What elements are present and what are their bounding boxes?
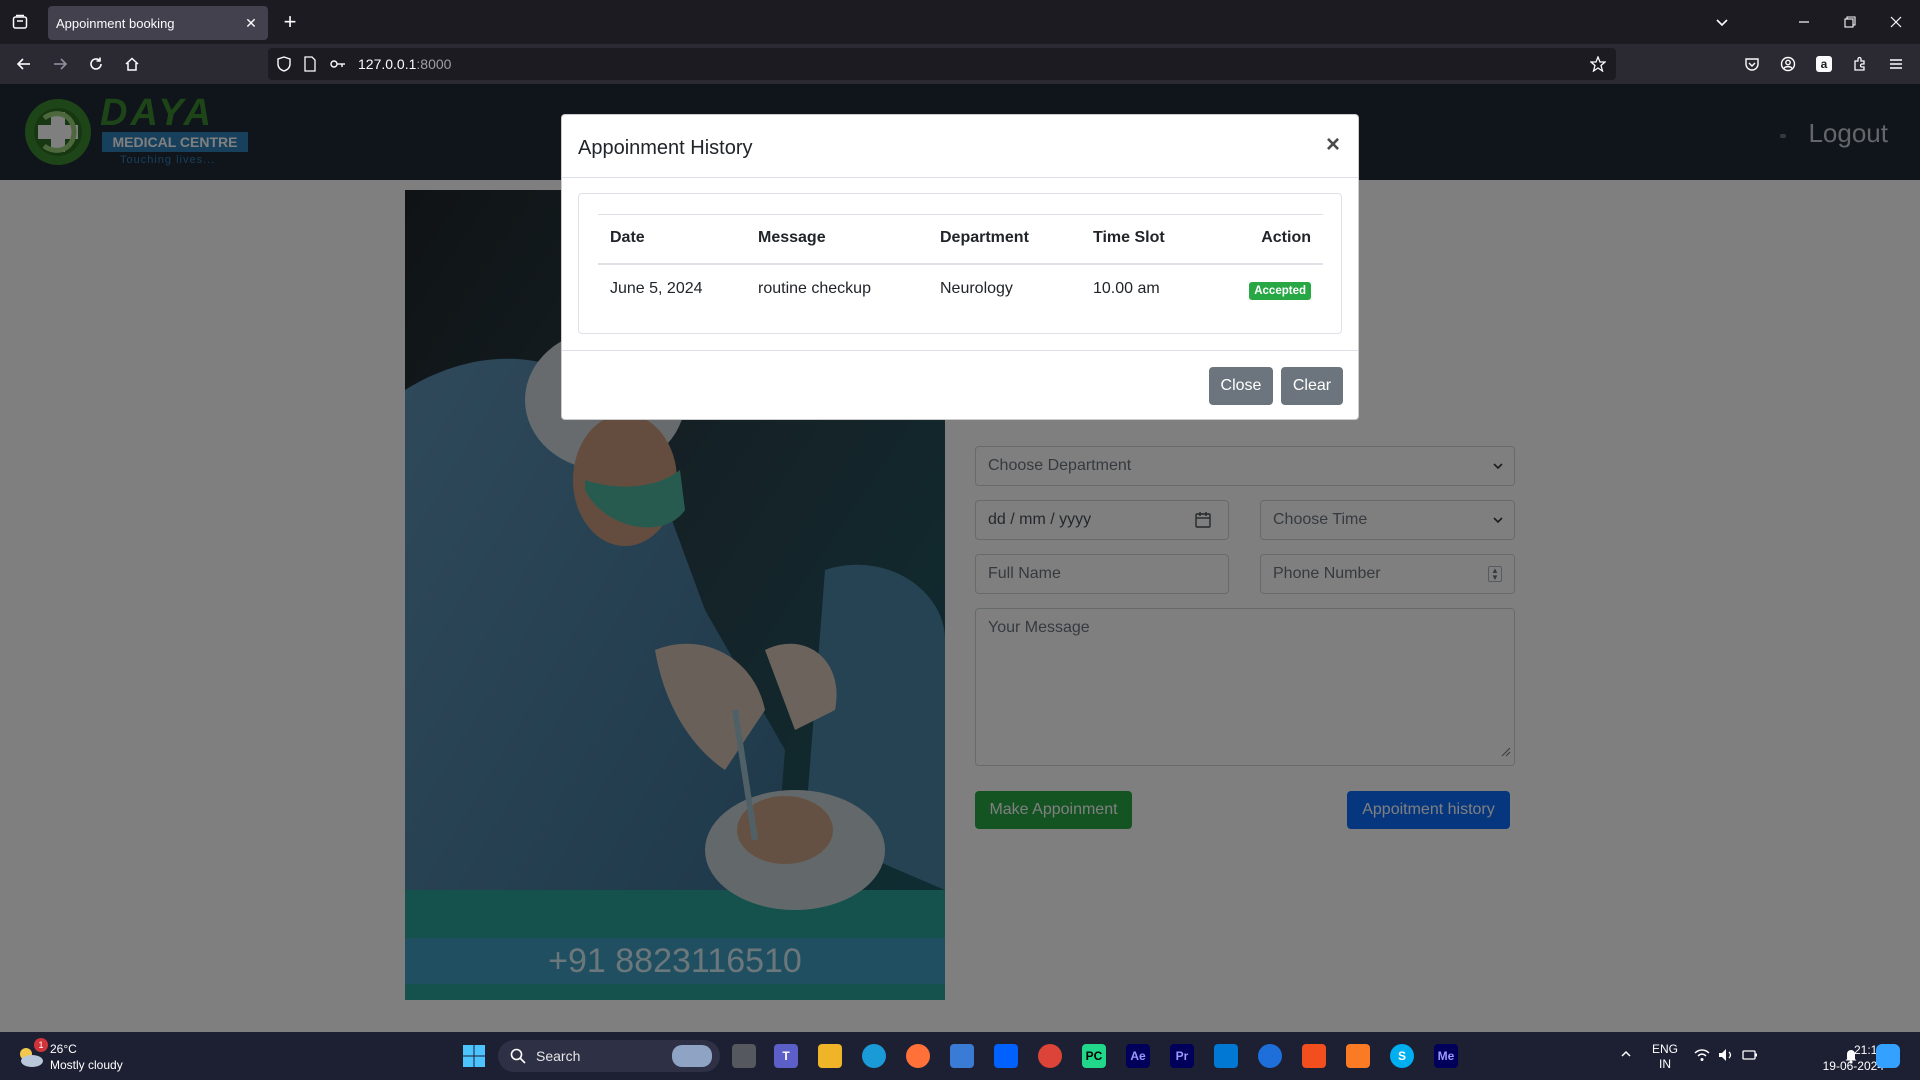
xampp-icon[interactable] [1346, 1044, 1370, 1068]
battery-icon[interactable] [1742, 1048, 1758, 1065]
bookmark-star-icon[interactable] [1590, 56, 1606, 72]
reload-icon[interactable] [84, 52, 108, 76]
cell-time-slot: 10.00 am [1093, 280, 1160, 297]
column-header-department: Department [940, 229, 1029, 246]
microsoft-store-icon[interactable] [950, 1044, 974, 1068]
window-close-icon[interactable] [1882, 8, 1910, 36]
page-icon [302, 56, 318, 72]
weather-temperature: 26°C [50, 1042, 77, 1056]
list-all-tabs-icon[interactable] [1708, 8, 1736, 36]
modal-header-divider [562, 177, 1358, 178]
search-highlight-icon [672, 1045, 712, 1067]
weather-alert-badge: 1 [34, 1038, 48, 1052]
column-header-action: Action [1261, 229, 1311, 246]
tab-close-icon[interactable]: ✕ [242, 14, 260, 32]
new-tab-icon[interactable]: + [278, 10, 302, 34]
minimize-icon[interactable] [1790, 8, 1818, 36]
cell-message: routine checkup [758, 280, 871, 297]
weather-widget[interactable]: 1 26°C Mostly cloudy [14, 1038, 134, 1074]
table-top-border [598, 214, 1323, 215]
taskbar-search[interactable]: Search [498, 1040, 720, 1072]
skype-icon[interactable]: S [1390, 1044, 1414, 1068]
column-header-message: Message [758, 229, 826, 246]
tab-title: Appoinment booking [56, 15, 175, 31]
cell-date: June 5, 2024 [610, 280, 703, 297]
browser-nav-bar: 127.0.0.1:8000 a [0, 44, 1920, 84]
key-icon[interactable] [330, 56, 346, 72]
search-icon [510, 1048, 526, 1069]
copilot-icon[interactable] [1876, 1044, 1900, 1068]
column-header-date: Date [610, 229, 645, 246]
browser-tab[interactable]: Appoinment booking ✕ [48, 6, 268, 40]
menu-icon[interactable] [1884, 52, 1908, 76]
history-card: Date Message Department Time Slot Action… [578, 193, 1342, 334]
dropbox-icon[interactable] [994, 1044, 1018, 1068]
modal-title: Appoinment History [578, 137, 753, 159]
language-code: ENG [1652, 1042, 1679, 1056]
url-bar[interactable]: 127.0.0.1:8000 [268, 48, 1616, 80]
home-icon[interactable] [120, 52, 144, 76]
volume-icon[interactable] [1718, 1048, 1734, 1065]
extensions-icon[interactable] [1848, 52, 1872, 76]
task-view-icon[interactable] [732, 1044, 756, 1068]
modal-close-icon[interactable]: × [1326, 131, 1340, 159]
web-page: DAYA MEDICAL CENTRE Touching lives... Lo… [0, 84, 1920, 1032]
file-explorer-icon[interactable] [818, 1044, 842, 1068]
appointment-history-modal: Appoinment History × Date Message Depart… [561, 114, 1359, 420]
forward-icon[interactable] [48, 52, 72, 76]
after-effects-icon[interactable]: Ae [1126, 1044, 1150, 1068]
search-label: Search [536, 1048, 581, 1064]
windows-taskbar: 1 26°C Mostly cloudy Search T PC Ae Pr S… [0, 1032, 1920, 1080]
media-encoder-icon[interactable]: Me [1434, 1044, 1458, 1068]
notification-bell-icon[interactable] [1844, 1048, 1858, 1067]
media-player-icon[interactable] [1258, 1044, 1282, 1068]
premiere-pro-icon[interactable]: Pr [1170, 1044, 1194, 1068]
url-text: 127.0.0.1:8000 [358, 56, 452, 72]
account-icon[interactable] [1776, 52, 1800, 76]
teams-icon[interactable]: T [774, 1044, 798, 1068]
weather-condition: Mostly cloudy [50, 1058, 123, 1072]
chrome-icon[interactable] [1038, 1044, 1062, 1068]
pycharm-icon[interactable]: PC [1082, 1044, 1106, 1068]
close-button[interactable]: Close [1209, 367, 1273, 405]
tab-list-icon[interactable] [8, 10, 32, 34]
clear-button[interactable]: Clear [1281, 367, 1343, 405]
region-code: IN [1659, 1057, 1671, 1071]
back-icon[interactable] [12, 52, 36, 76]
modal-footer-divider [562, 350, 1358, 351]
cell-department: Neurology [940, 280, 1013, 297]
restore-icon[interactable] [1836, 8, 1864, 36]
figma-icon[interactable] [1302, 1044, 1326, 1068]
firefox-icon[interactable] [906, 1044, 930, 1068]
shield-icon[interactable] [276, 56, 292, 72]
windows-start-icon[interactable] [462, 1044, 486, 1073]
vscode-icon[interactable] [1214, 1044, 1238, 1068]
edge-icon[interactable] [862, 1044, 886, 1068]
show-hidden-icons-icon[interactable] [1620, 1048, 1632, 1062]
pocket-icon[interactable] [1740, 52, 1764, 76]
amazon-extension-icon[interactable]: a [1812, 52, 1836, 76]
column-header-time-slot: Time Slot [1093, 229, 1165, 246]
wifi-icon[interactable] [1694, 1048, 1710, 1065]
status-badge: Accepted [1249, 282, 1311, 300]
browser-tab-bar: Appoinment booking ✕ + [0, 0, 1920, 44]
language-indicator[interactable]: ENG IN [1652, 1042, 1678, 1072]
table-header-divider [598, 263, 1323, 265]
